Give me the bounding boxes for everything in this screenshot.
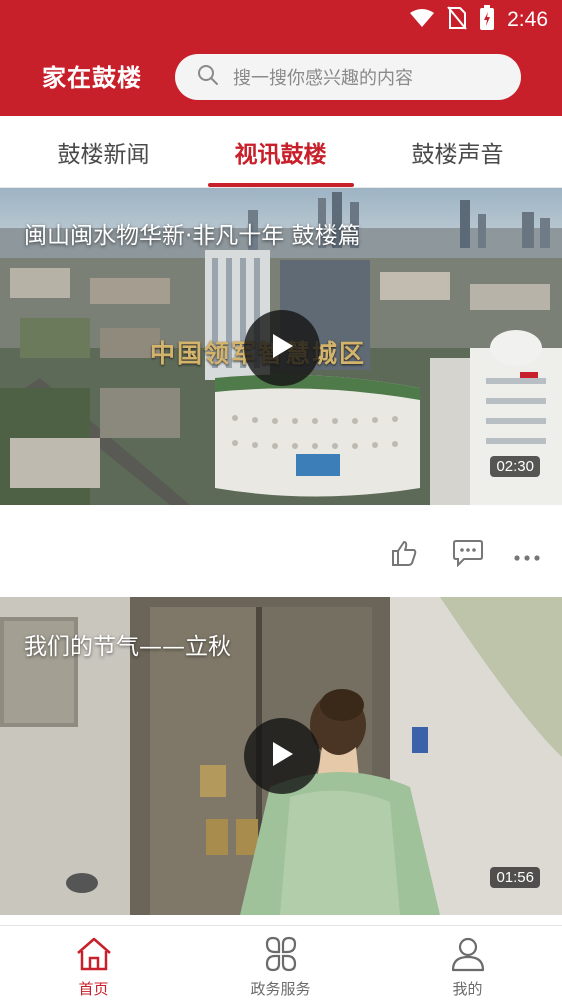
video-card[interactable]: 我们的节气——立秋 01:56 [0, 597, 562, 915]
play-button[interactable] [244, 310, 320, 386]
app-title: 家在鼓楼 [42, 63, 142, 92]
nav-profile[interactable]: 我的 [374, 936, 561, 999]
status-time: 2:46 [507, 8, 548, 31]
video-duration: 02:30 [490, 456, 540, 477]
status-icons: 2:46 [409, 5, 548, 35]
wifi-icon [409, 8, 435, 32]
header-bar: 2:46 家在鼓楼 搜一搜你感兴趣的内容 [0, 0, 562, 116]
bottom-nav: 首页 政务服务 我的 [0, 925, 562, 1000]
more-icon [514, 547, 540, 566]
video-actions [0, 505, 562, 597]
no-sim-icon [447, 6, 467, 34]
search-placeholder: 搜一搜你感兴趣的内容 [233, 68, 413, 89]
nav-label: 我的 [452, 980, 483, 998]
play-button[interactable] [244, 718, 320, 794]
nav-government-services[interactable]: 政务服务 [187, 936, 374, 999]
tab-bar: 鼓楼新闻 视讯鼓楼 鼓楼声音 [0, 116, 562, 188]
play-icon [269, 740, 295, 772]
user-icon [448, 936, 488, 976]
search-input[interactable]: 搜一搜你感兴趣的内容 [175, 54, 521, 100]
like-button[interactable] [390, 539, 418, 571]
nav-home[interactable]: 首页 [0, 936, 187, 999]
more-button[interactable] [514, 547, 540, 566]
nav-label: 首页 [78, 980, 109, 998]
video-title: 闽山闽水物华新·非凡十年 鼓楼篇 [24, 223, 361, 249]
nav-label: 政务服务 [250, 980, 311, 998]
video-title: 我们的节气——立秋 [24, 634, 231, 660]
thumbs-up-icon [390, 541, 418, 571]
comment-button[interactable] [452, 539, 484, 571]
status-bar: 2:46 [0, 0, 562, 40]
search-icon [197, 64, 219, 90]
video-card[interactable]: 闽山闽水物华新·非凡十年 鼓楼篇 中国领军智慧城区 02:30 [0, 188, 562, 505]
battery-charging-icon [479, 5, 495, 35]
grid-icon [261, 936, 301, 976]
play-icon [269, 332, 295, 364]
tab-gulou-video[interactable]: 视讯鼓楼 [187, 116, 374, 188]
video-duration: 01:56 [490, 867, 540, 888]
tab-gulou-voice[interactable]: 鼓楼声音 [364, 116, 551, 188]
tab-gulou-news[interactable]: 鼓楼新闻 [10, 116, 197, 188]
app-screen: 2:46 家在鼓楼 搜一搜你感兴趣的内容 鼓楼新闻 视讯鼓楼 鼓楼声音 闽山闽水… [0, 0, 562, 1000]
active-tab-indicator [208, 183, 354, 187]
comment-icon [452, 540, 484, 571]
home-icon [74, 936, 114, 976]
